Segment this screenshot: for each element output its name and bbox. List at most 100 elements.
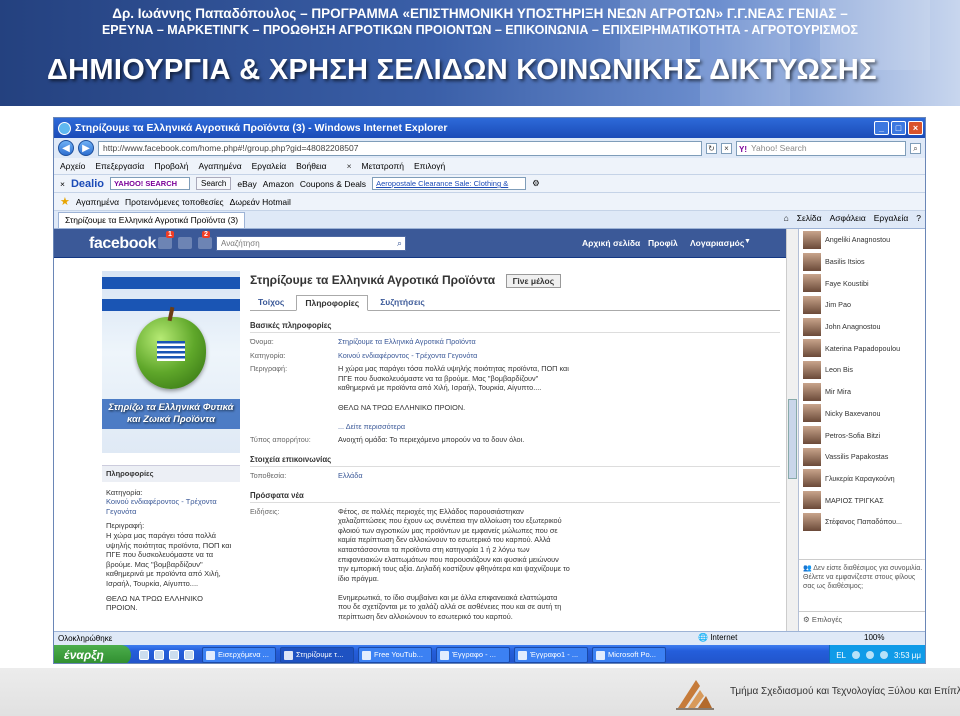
tab-info[interactable]: Πληροφορίες — [296, 295, 369, 311]
chat-friend[interactable]: Faye Koustibi — [799, 272, 925, 294]
start-button[interactable]: έναρξη — [54, 645, 131, 663]
chat-friend-name: Mir Mira — [825, 387, 851, 397]
tray-icon[interactable] — [879, 651, 888, 659]
chat-friend[interactable]: ΜΑΡΙΟΣ ΤΡΙΓΚΑΣ — [799, 489, 925, 511]
chat-friend[interactable]: Katerina Papadopoulou — [799, 337, 925, 359]
group-profile-image[interactable]: Στηρίζω τα Ελληνικά Φυτικά και Ζωικά Προ… — [102, 271, 240, 453]
menu-file[interactable]: Αρχείο — [60, 161, 85, 171]
nav-home[interactable]: Αρχική σελίδα — [582, 238, 640, 248]
chat-friend[interactable]: Basilis Itsios — [799, 251, 925, 273]
taskbar-item-youtube[interactable]: Free YouTub... — [358, 647, 432, 663]
page-scrollbar[interactable] — [786, 229, 798, 632]
minimize-button[interactable]: _ — [874, 121, 889, 135]
facebook-logo[interactable]: facebook — [89, 235, 156, 253]
chat-friend[interactable]: Mir Mira — [799, 381, 925, 403]
see-more-link[interactable]: ... Δείτε περισσότερα — [338, 422, 405, 431]
chat-friend[interactable]: Angeliki Anagnostou — [799, 229, 925, 251]
language-indicator[interactable]: EL — [836, 651, 846, 660]
location-value[interactable]: Ελλάδα — [338, 471, 570, 481]
chat-friend[interactable]: Στέφανος Παπαδόπου... — [799, 511, 925, 533]
menu-convert[interactable]: Μετατροπή — [362, 161, 404, 171]
chat-options[interactable]: ⚙ Επιλογές — [799, 611, 925, 626]
category-value[interactable]: Κοινού ενδιαφέροντος - Τρέχοντα Γεγονότα — [338, 351, 570, 361]
chat-friend[interactable]: Jim Pao — [799, 294, 925, 316]
stop-icon[interactable]: × — [721, 142, 732, 154]
refresh-icon[interactable]: ↻ — [706, 142, 717, 154]
maximize-button[interactable]: □ — [891, 121, 906, 135]
settings-icon[interactable]: ⚙ — [532, 178, 540, 189]
taskbar-item-browser[interactable]: Στηρίζουμε τ... — [280, 647, 354, 663]
chat-friend[interactable]: Leon Bis — [799, 359, 925, 381]
amazon-link[interactable]: Amazon — [263, 179, 294, 189]
name-value[interactable]: Στηρίζουμε τα Ελληνικά Αγροτικά Προϊόντα — [338, 337, 570, 347]
quicklaunch-icon[interactable] — [139, 650, 149, 660]
close-toolbar-icon[interactable]: × — [347, 161, 352, 171]
nav-account[interactable]: Λογαριασμός — [690, 238, 744, 248]
favorites-button[interactable]: Αγαπημένα — [76, 197, 119, 207]
taskbar-item-inbox[interactable]: Εισερχόμενα ... — [202, 647, 276, 663]
globe-icon: 🌐 — [698, 633, 711, 642]
quicklaunch-icon[interactable] — [154, 650, 164, 660]
join-group-button[interactable]: Γίνε μέλος — [505, 274, 562, 288]
chat-friend[interactable]: Vassilis Papakostas — [799, 446, 925, 468]
zoom-level[interactable]: 100% — [864, 633, 884, 642]
taskbar-item-document1[interactable]: Έγγραφο1 - ... — [514, 647, 588, 663]
chat-friend[interactable]: Petros-Sofia Bitzi — [799, 424, 925, 446]
left-category-link[interactable]: Κοινού ενδιαφέροντος - Τρέχοντα Γεγονότα — [106, 497, 217, 516]
close-button[interactable]: × — [908, 121, 923, 135]
home-icon[interactable]: ⌂ — [784, 213, 789, 223]
close-icon[interactable]: × — [60, 179, 65, 189]
tray-icon[interactable] — [865, 651, 874, 659]
category-label: Κατηγορία: — [250, 350, 286, 360]
coupons-link[interactable]: Coupons & Deals — [300, 179, 366, 189]
ebay-link[interactable]: eBay — [237, 179, 256, 189]
info-row: Τύπος απορρήτου: Ανοιχτή ομάδα: Το περιε… — [250, 435, 780, 445]
address-bar[interactable]: http://www.facebook.com/home.php#!/group… — [98, 140, 702, 156]
nav-profile[interactable]: Προφίλ — [648, 238, 678, 248]
forward-icon[interactable]: ▶ — [78, 140, 94, 156]
messages-icon[interactable] — [178, 237, 192, 249]
tab-discussions[interactable]: Συζητήσεις — [372, 295, 433, 311]
menu-tools[interactable]: Εργαλεία — [252, 161, 287, 171]
page-menu[interactable]: Σελίδα — [797, 213, 822, 223]
back-icon[interactable]: ◀ — [58, 140, 74, 156]
slide-title: ΔΗΜΙΟΥΡΓΙΑ & ΧΡΗΣΗ ΣΕΛΙΔΩΝ ΚΟΙΝΩΝΙΚΗΣ ΔΙ… — [47, 54, 877, 86]
hotmail-link[interactable]: Δωρεάν Hotmail — [230, 197, 291, 207]
chat-friend-name: Στέφανος Παπαδόπου... — [825, 517, 903, 527]
menu-view[interactable]: Προβολή — [154, 161, 188, 171]
chat-friend[interactable]: Nicky Baxevanou — [799, 403, 925, 425]
menu-select[interactable]: Επιλογή — [414, 161, 445, 171]
tab-current[interactable]: Στηρίζουμε τα Ελληνικά Αγροτικά Προϊόντα… — [58, 212, 246, 228]
tray-icon[interactable] — [851, 651, 860, 659]
chat-friend[interactable]: Γλυκερία Καραγκούνη — [799, 468, 925, 490]
yahoo-search-input[interactable]: YAHOO! SEARCH — [109, 177, 190, 190]
ad-dropdown[interactable]: Aeropostale Clearance Sale: Clothing & — [372, 177, 527, 190]
dealio-logo[interactable]: Dealio — [71, 178, 104, 190]
search-input[interactable]: Y! Yahoo! Search — [736, 140, 906, 156]
status-text: Ολοκληρώθηκε — [58, 634, 113, 643]
menu-favorites[interactable]: Αγαπημένα — [198, 161, 241, 171]
left-info-box: Πληροφορίες Κατηγορία: Κοινού ενδιαφέροντ… — [102, 465, 240, 613]
taskbar-item-powerpoint[interactable]: Microsoft Po... — [592, 647, 666, 663]
quicklaunch-icon[interactable] — [169, 650, 179, 660]
safety-menu[interactable]: Ασφάλεια — [830, 213, 866, 223]
search-button[interactable]: Search — [195, 177, 232, 190]
suggested-sites-link[interactable]: Προτεινόμενες τοποθεσίες — [125, 197, 224, 207]
help-icon[interactable]: ? — [916, 213, 921, 223]
notifications-icon[interactable] — [198, 237, 212, 249]
search-icon[interactable]: ⌕ — [910, 142, 921, 154]
quick-launch — [139, 650, 194, 660]
tools-menu[interactable]: Εργαλεία — [874, 213, 909, 223]
scrollbar-thumb[interactable] — [788, 399, 797, 479]
friend-requests-icon[interactable] — [158, 237, 172, 249]
search-icon[interactable]: ⌕ — [397, 237, 402, 250]
menu-edit[interactable]: Επεξεργασία — [95, 161, 144, 171]
taskbar-item-document[interactable]: Έγγραφο - ... — [436, 647, 510, 663]
menu-help[interactable]: Βοήθεια — [296, 161, 326, 171]
facebook-search-input[interactable]: Αναζήτηση ⌕ — [216, 236, 406, 251]
chevron-down-icon[interactable]: ▼ — [744, 238, 751, 245]
chat-friend[interactable]: John Anagnostou — [799, 316, 925, 338]
quicklaunch-icon[interactable] — [184, 650, 194, 660]
flag-stripe — [102, 277, 240, 289]
tab-wall[interactable]: Τοίχος — [250, 295, 292, 311]
